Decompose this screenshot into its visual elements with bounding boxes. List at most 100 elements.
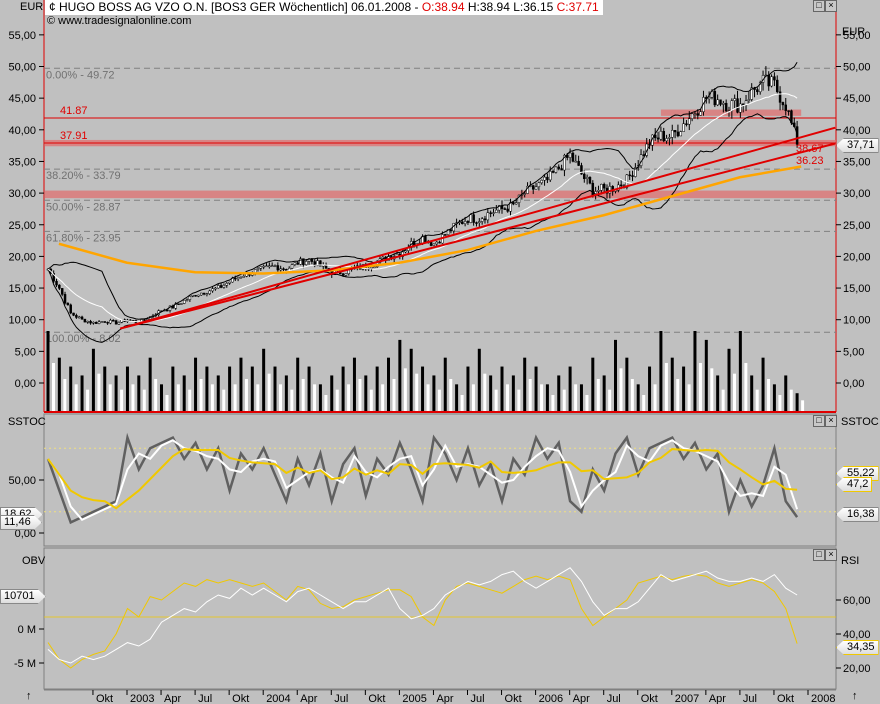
candle-body <box>106 321 109 324</box>
volume-bar-white <box>222 389 226 411</box>
candle-body <box>256 268 260 270</box>
candle-body <box>177 303 180 305</box>
candle-body <box>222 284 226 288</box>
x-tick-label: Jul <box>334 693 348 704</box>
candle-body <box>205 293 209 295</box>
candle-body <box>208 290 211 294</box>
low-value: L:36.15 <box>513 0 554 14</box>
y-tick-label-right: 25,00 <box>843 220 871 232</box>
volume-bar <box>205 366 209 411</box>
candle-body <box>191 294 194 297</box>
volume-bar <box>194 357 198 411</box>
candle-body <box>676 131 680 137</box>
candle-icon: ¢ <box>49 0 60 14</box>
rsi-tick-label: 40,00 <box>843 629 871 641</box>
rsi-maximize-button[interactable]: □ <box>813 549 825 561</box>
volume-bar <box>352 357 356 411</box>
candle-body <box>577 160 580 166</box>
y-tick-label-left: 25,00 <box>8 220 36 232</box>
close-value: C:37.71 <box>556 0 599 14</box>
y-tick-label-right: 35,00 <box>843 156 871 168</box>
x-tick-label: Apr <box>300 693 317 704</box>
volume-bar-white <box>494 389 498 411</box>
volume-bar <box>591 357 595 411</box>
candle-body <box>273 265 277 267</box>
candle-body <box>602 184 606 189</box>
y-tick-label-left: 50,00 <box>8 62 36 74</box>
y-tick-label-right: 0,00 <box>843 378 864 390</box>
volume-bar-white <box>506 384 510 411</box>
x-tick-label: Okt <box>368 693 385 704</box>
candle-body <box>784 104 788 111</box>
volume-bar <box>103 366 107 411</box>
candle-body <box>583 173 586 180</box>
x-tick-label: 2007 <box>675 693 699 704</box>
candle-body <box>188 296 192 300</box>
volume-bar <box>318 384 322 411</box>
volume-bar-white <box>86 389 90 411</box>
volume-bar-white <box>733 373 737 411</box>
volume-bar <box>228 366 232 411</box>
volume-bar-white <box>358 379 362 411</box>
volume-bar <box>761 357 765 411</box>
volume-bar <box>727 348 731 411</box>
candle-body <box>770 76 773 87</box>
volume-bar-white <box>233 384 237 411</box>
candle-body <box>495 209 498 213</box>
volume-bar-white <box>540 384 544 411</box>
price-close-button[interactable]: × <box>825 0 837 12</box>
price-maximize-button[interactable]: □ <box>813 0 825 12</box>
candle-body <box>472 214 475 223</box>
candle-body <box>682 123 685 132</box>
volume-bar-white <box>767 379 771 411</box>
currency-right: EUR <box>842 26 866 38</box>
rsi-tick-label: 20,00 <box>843 663 871 675</box>
candle-body <box>268 265 271 268</box>
volume-bar <box>443 357 447 411</box>
candle-body <box>730 100 734 111</box>
last-price-tag: 37,71 <box>836 138 879 153</box>
candle-body <box>80 316 84 320</box>
candle-body <box>489 212 492 214</box>
rsi-close-button[interactable]: × <box>825 549 837 561</box>
candle-body <box>194 294 197 297</box>
candle-body <box>242 276 246 278</box>
volume-bar-white <box>97 373 101 411</box>
candle-body <box>310 258 314 262</box>
candle-body <box>344 273 348 276</box>
candle-body <box>239 276 243 279</box>
x-tick-label: Apr <box>709 693 726 704</box>
volume-bar <box>284 375 288 411</box>
candle-body <box>234 277 237 280</box>
y-tick-label-right: 40,00 <box>843 125 871 137</box>
sstoc-title-left: SSTOC <box>8 416 46 428</box>
candle-body <box>475 222 478 224</box>
volume-bar <box>784 375 788 411</box>
sstoc-maximize-button[interactable]: □ <box>813 415 825 427</box>
candle-body <box>693 113 697 115</box>
volume-bar <box>273 366 277 411</box>
volume-bar <box>250 366 254 411</box>
volume-bar-white <box>108 384 112 411</box>
volume-bar <box>57 357 61 411</box>
volume-bar <box>216 375 220 411</box>
volume-bar-white <box>574 384 578 411</box>
candle-body <box>449 229 453 232</box>
scroll-right-arrow[interactable]: ↑ <box>852 690 858 702</box>
volume-bar-white <box>403 368 407 411</box>
candle-body <box>296 262 299 265</box>
bollinger-lower <box>47 113 798 343</box>
trendline <box>119 126 836 330</box>
obv-line <box>47 567 798 664</box>
candle-body <box>557 166 561 169</box>
volume-bar-white <box>381 384 385 411</box>
candle-body <box>600 184 603 191</box>
volume-bar <box>137 375 141 411</box>
candle-body <box>668 137 671 139</box>
candle-body <box>679 131 683 137</box>
candle-body <box>716 99 719 106</box>
candle-body <box>523 193 526 195</box>
sstoc-close-button[interactable]: × <box>825 415 837 427</box>
scroll-left-arrow[interactable]: ↑ <box>26 690 32 702</box>
volume-bar <box>432 375 436 411</box>
